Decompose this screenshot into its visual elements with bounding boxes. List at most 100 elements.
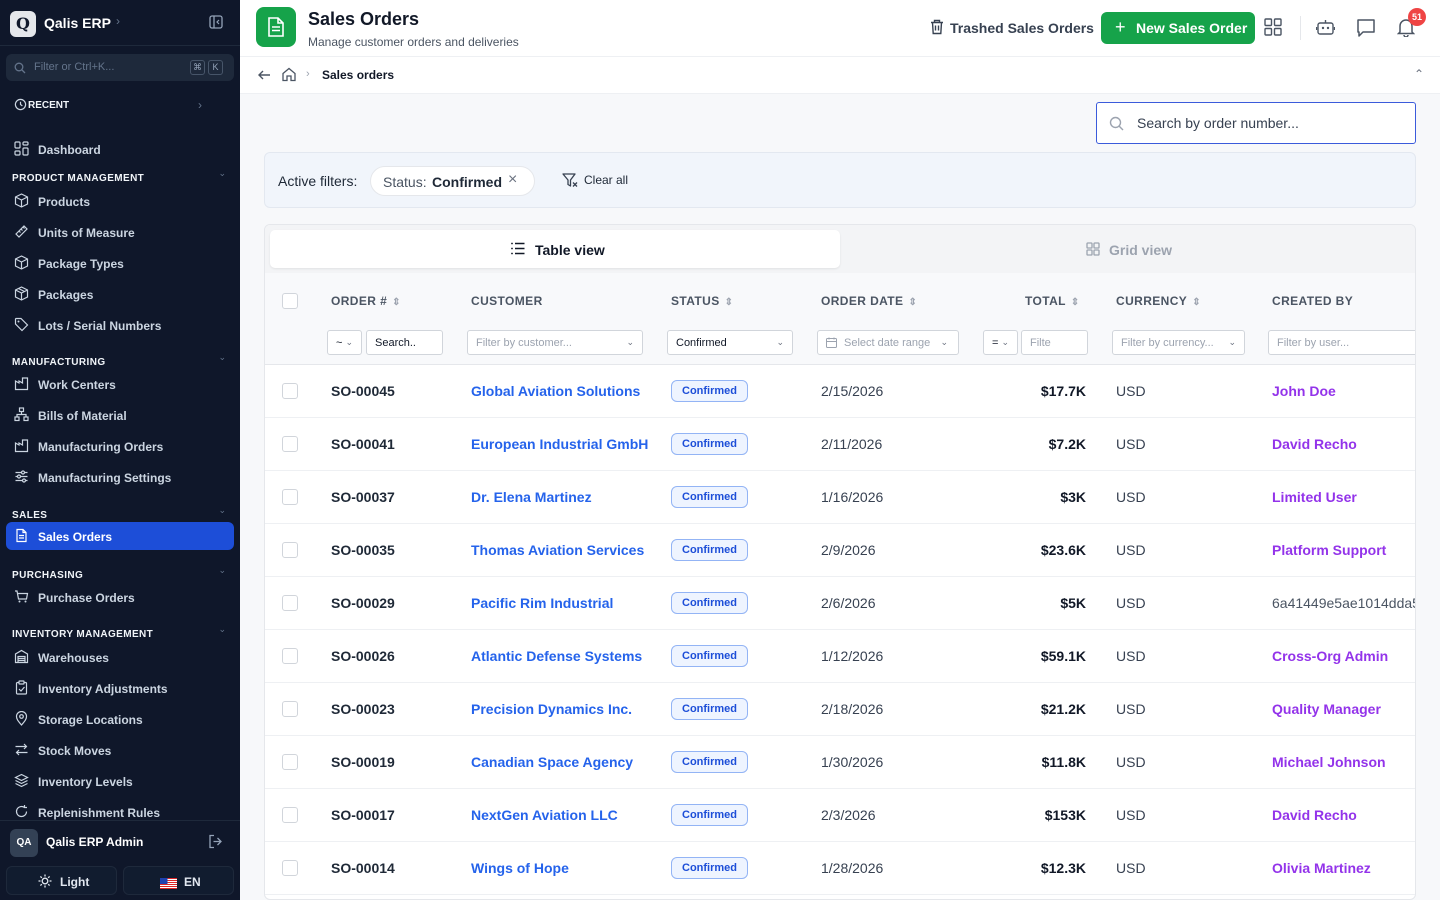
order-search-field[interactable]: Search..	[366, 330, 443, 355]
avatar[interactable]: QA	[10, 829, 38, 857]
created-by-link[interactable]: Quality Manager	[1272, 701, 1381, 717]
date-range-picker[interactable]: Select date range ⌄	[817, 330, 959, 355]
order-search-box[interactable]	[1096, 102, 1416, 144]
theme-toggle-button[interactable]: Light	[6, 866, 117, 895]
table-row[interactable]: SO-00019 Canadian Space Agency Confirmed 1/…	[265, 736, 1415, 789]
currency-filter-select[interactable]: Filter by currency... ⌄	[1112, 330, 1245, 355]
sidebar-item-package-types[interactable]: Package Types	[6, 249, 234, 277]
home-icon[interactable]	[282, 67, 296, 87]
language-button[interactable]: EN	[123, 866, 234, 895]
grid-view-button[interactable]: Grid view	[845, 230, 1412, 268]
sidebar-item-lots-serial-numbers[interactable]: Lots / Serial Numbers	[6, 311, 234, 339]
sidebar-item-products[interactable]: Products	[6, 187, 234, 215]
total-operator-select[interactable]: = ⌄	[983, 330, 1018, 355]
order-number[interactable]: SO-00029	[331, 595, 395, 611]
table-view-button[interactable]: Table view	[270, 230, 840, 268]
section-manufacturing[interactable]: MANUFACTURING ⌄	[12, 352, 234, 368]
sidebar-recent[interactable]: RECENT ›	[6, 92, 234, 120]
row-checkbox[interactable]	[282, 807, 298, 823]
user-name[interactable]: Qalis ERP Admin	[46, 835, 143, 849]
row-checkbox[interactable]	[282, 489, 298, 505]
customer-link[interactable]: Canadian Space Agency	[471, 754, 633, 770]
created-by-link[interactable]: Olivia Martinez	[1272, 860, 1371, 876]
created-by-link[interactable]: Limited User	[1272, 489, 1357, 505]
section-product-management[interactable]: PRODUCT MANAGEMENT ⌄	[12, 168, 234, 184]
order-number[interactable]: SO-00035	[331, 542, 395, 558]
sidebar-item-dashboard[interactable]: Dashboard	[6, 135, 234, 163]
created-by-link[interactable]: Platform Support	[1272, 542, 1386, 558]
row-checkbox[interactable]	[282, 595, 298, 611]
order-number[interactable]: SO-00017	[331, 807, 395, 823]
total-filter-field[interactable]: Filte	[1021, 330, 1088, 355]
table-row[interactable]: SO-00014 Wings of Hope Confirmed 1/28/2026 $…	[265, 842, 1415, 895]
row-checkbox[interactable]	[282, 436, 298, 452]
column-header-status[interactable]: STATUS ⇕	[671, 294, 733, 308]
sidebar-item-storage-locations[interactable]: Storage Locations	[6, 705, 234, 733]
sidebar-item-units-of-measure[interactable]: Units of Measure	[6, 218, 234, 246]
column-header-customer[interactable]: CUSTOMER	[471, 294, 543, 308]
brand-logo[interactable]: Q	[10, 11, 36, 37]
sidebar-item-warehouses[interactable]: Warehouses	[6, 643, 234, 671]
created-by-link[interactable]: John Doe	[1272, 383, 1336, 399]
sidebar-item-stock-moves[interactable]: Stock Moves	[6, 736, 234, 764]
row-checkbox[interactable]	[282, 754, 298, 770]
section-inventory-management[interactable]: INVENTORY MANAGEMENT ⌄	[12, 624, 234, 640]
section-purchasing[interactable]: PURCHASING ⌄	[12, 565, 234, 581]
table-row[interactable]: SO-00029 Pacific Rim Industrial Confirmed 2…	[265, 577, 1415, 630]
sidebar-item-inventory-levels[interactable]: Inventory Levels	[6, 767, 234, 795]
table-row[interactable]: SO-00041 European Industrial GmbH Confirme…	[265, 418, 1415, 471]
customer-link[interactable]: Thomas Aviation Services	[471, 542, 644, 558]
customer-link[interactable]: Dr. Elena Martinez	[471, 489, 592, 505]
row-checkbox[interactable]	[282, 383, 298, 399]
customer-link[interactable]: Atlantic Defense Systems	[471, 648, 642, 664]
row-checkbox[interactable]	[282, 648, 298, 664]
column-header-order-date[interactable]: ORDER DATE ⇕	[821, 294, 917, 308]
status-filter-select[interactable]: Confirmed ⌄	[667, 330, 793, 355]
customer-link[interactable]: Global Aviation Solutions	[471, 383, 640, 399]
created-by-link[interactable]: Cross-Org Admin	[1272, 648, 1388, 664]
sidebar-item-manufacturing-orders[interactable]: Manufacturing Orders	[6, 432, 234, 460]
order-number[interactable]: SO-00026	[331, 648, 395, 664]
table-row[interactable]: SO-00037 Dr. Elena Martinez Confirmed 1/16/…	[265, 471, 1415, 524]
table-row[interactable]: SO-00035 Thomas Aviation Services Confirme…	[265, 524, 1415, 577]
column-header-created-by[interactable]: CREATED BY	[1272, 294, 1353, 308]
order-operator-select[interactable]: ~ ⌄	[327, 330, 362, 355]
column-header-order[interactable]: ORDER # ⇕	[331, 294, 401, 308]
row-checkbox[interactable]	[282, 860, 298, 876]
new-sales-order-button[interactable]: + New Sales Order	[1101, 12, 1255, 44]
table-row[interactable]: SO-00045 Global Aviation Solutions Confirm…	[265, 365, 1415, 418]
column-header-currency[interactable]: CURRENCY ⇕	[1116, 294, 1201, 308]
order-search-input[interactable]	[1137, 111, 1407, 135]
order-number[interactable]: SO-00037	[331, 489, 395, 505]
sidebar-item-packages[interactable]: Packages	[6, 280, 234, 308]
collapse-sidebar-icon[interactable]	[209, 15, 223, 34]
sidebar-item-purchase-orders[interactable]: Purchase Orders	[6, 583, 234, 611]
table-row[interactable]: SO-00017 NextGen Aviation LLC Confirmed 2/3…	[265, 789, 1415, 842]
order-number[interactable]: SO-00014	[331, 860, 395, 876]
back-arrow-icon[interactable]	[257, 68, 271, 87]
customer-link[interactable]: European Industrial GmbH	[471, 436, 648, 452]
select-all-checkbox[interactable]	[282, 293, 298, 309]
logout-icon[interactable]	[208, 834, 223, 854]
row-checkbox[interactable]	[282, 701, 298, 717]
customer-link[interactable]: Wings of Hope	[471, 860, 569, 876]
order-number[interactable]: SO-00045	[331, 383, 395, 399]
sidebar-item-manufacturing-settings[interactable]: Manufacturing Settings	[6, 463, 234, 491]
brand-name[interactable]: Qalis ERP	[44, 15, 111, 31]
created-by-link[interactable]: David Recho	[1272, 807, 1357, 823]
section-sales[interactable]: SALES ⌄	[12, 505, 234, 521]
table-row[interactable]: SO-00023 Precision Dynamics Inc. Confirmed…	[265, 683, 1415, 736]
created-by-link[interactable]: David Recho	[1272, 436, 1357, 452]
customer-filter-select[interactable]: Filter by customer... ⌄	[467, 330, 643, 355]
row-checkbox[interactable]	[282, 542, 298, 558]
order-number[interactable]: SO-00023	[331, 701, 395, 717]
customer-link[interactable]: NextGen Aviation LLC	[471, 807, 618, 823]
sidebar-item-inventory-adjustments[interactable]: Inventory Adjustments	[6, 674, 234, 702]
column-header-total[interactable]: TOTAL ⇕	[1025, 294, 1080, 308]
table-row[interactable]: SO-00026 Atlantic Defense Systems Confirme…	[265, 630, 1415, 683]
close-icon[interactable]: ×	[508, 171, 517, 189]
sidebar-item-work-centers[interactable]: Work Centers	[6, 370, 234, 398]
breadcrumb-current[interactable]: Sales orders	[322, 68, 394, 82]
chevron-up-icon[interactable]: ⌃	[1414, 67, 1424, 81]
created-by-link[interactable]: 6a41449e5ae1014dda5	[1272, 595, 1415, 611]
